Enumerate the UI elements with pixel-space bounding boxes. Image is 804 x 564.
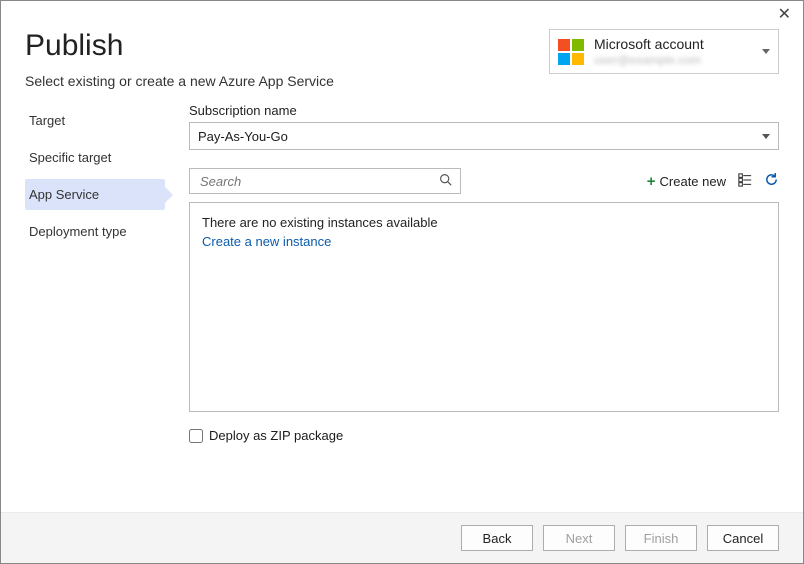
step-deployment-type[interactable]: Deployment type [25, 216, 165, 247]
deploy-zip-checkbox[interactable] [189, 429, 203, 443]
chevron-down-icon [762, 49, 770, 54]
instances-list: There are no existing instances availabl… [189, 202, 779, 412]
search-input[interactable] [198, 173, 439, 190]
next-button[interactable]: Next [543, 525, 615, 551]
back-button[interactable]: Back [461, 525, 533, 551]
account-email: user@example.com [594, 53, 754, 67]
create-new-button[interactable]: + Create new [647, 173, 726, 190]
deploy-zip-row[interactable]: Deploy as ZIP package [189, 428, 779, 443]
step-specific-target[interactable]: Specific target [25, 142, 165, 173]
finish-button[interactable]: Finish [625, 525, 697, 551]
search-icon [439, 173, 452, 189]
step-target[interactable]: Target [25, 105, 165, 136]
subscription-value: Pay-As-You-Go [198, 129, 288, 144]
steps-nav: Target Specific target App Service Deplo… [25, 103, 165, 443]
empty-instances-text: There are no existing instances availabl… [202, 215, 766, 230]
account-name: Microsoft account [594, 36, 754, 53]
plus-icon: + [647, 173, 656, 190]
page-title: Publish [25, 29, 334, 63]
chevron-down-icon [762, 134, 770, 139]
deploy-zip-label: Deploy as ZIP package [209, 428, 343, 443]
footer-bar: Back Next Finish Cancel [1, 512, 803, 563]
refresh-icon[interactable] [764, 172, 779, 191]
step-app-service[interactable]: App Service [25, 179, 165, 210]
microsoft-logo-icon [558, 39, 584, 65]
cancel-button[interactable]: Cancel [707, 525, 779, 551]
subscription-dropdown[interactable]: Pay-As-You-Go [189, 122, 779, 150]
tree-view-icon[interactable] [738, 173, 752, 190]
create-instance-link[interactable]: Create a new instance [202, 234, 766, 249]
search-input-container[interactable] [189, 168, 461, 194]
create-new-label: Create new [660, 174, 726, 189]
account-dropdown[interactable]: Microsoft account user@example.com [549, 29, 779, 74]
page-subtitle: Select existing or create a new Azure Ap… [25, 73, 334, 89]
subscription-label: Subscription name [189, 103, 779, 118]
close-icon[interactable]: ✕ [778, 7, 791, 23]
